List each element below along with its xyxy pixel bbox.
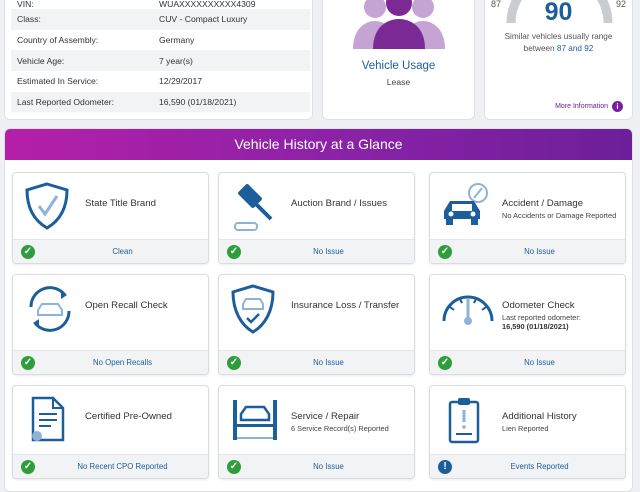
tile-status-bar: ✓ No Issue: [430, 239, 625, 263]
info-row-in-service: Estimated In Service: 12/29/2017: [11, 71, 310, 92]
info-label: VIN:: [17, 0, 34, 9]
info-label: Country of Assembly:: [17, 35, 99, 46]
tile-status[interactable]: No Issue: [454, 247, 625, 256]
info-row-odometer: Last Reported Odometer: 16,590 (01/18/20…: [11, 91, 310, 113]
info-row-country: Country of Assembly: Germany: [11, 30, 310, 51]
score-range-values: between 87 and 92: [485, 44, 632, 53]
info-row-vin: VIN: WUAXXXXXXXXXX4309: [11, 0, 310, 9]
tile-title: Accident / Damage: [502, 198, 584, 209]
tile-service-repair[interactable]: Service / Repair 6 Service Record(s) Rep…: [218, 385, 415, 479]
info-value: 16,590 (01/18/2021): [159, 97, 237, 108]
info-value: CUV - Compact Luxury: [159, 14, 248, 25]
tile-odometer-check[interactable]: Odometer Check Last reported odometer: 1…: [429, 274, 626, 375]
check-circle-icon: ✓: [438, 245, 452, 259]
tile-status[interactable]: No Issue: [243, 358, 414, 367]
tile-status[interactable]: No Issue: [243, 462, 414, 471]
check-circle-icon: ✓: [227, 460, 241, 474]
score-card: 87 92 90 Similar vehicles usually range …: [484, 0, 633, 120]
tile-title: Auction Brand / Issues: [291, 198, 387, 209]
usage-title: Vehicle Usage: [361, 60, 436, 72]
info-value: WUAXXXXXXXXXX4309: [159, 0, 256, 9]
car-lift-icon: [233, 400, 277, 440]
check-circle-icon: ✓: [21, 356, 35, 370]
score-range-text: Similar vehicles usually range: [504, 32, 613, 41]
gavel-icon: [234, 184, 273, 231]
car-damage-icon: [444, 183, 488, 225]
info-label: Vehicle Age:: [17, 55, 65, 66]
info-icon[interactable]: i: [612, 101, 623, 112]
info-label: Last Reported Odometer:: [17, 97, 114, 108]
check-circle-icon: ✓: [21, 460, 35, 474]
info-value: Germany: [159, 35, 195, 46]
check-circle-icon: ✓: [227, 356, 241, 370]
vehicle-usage-card: Vehicle Usage Lease: [322, 0, 475, 120]
history-panel: Vehicle History at a Glance State Title …: [4, 128, 633, 492]
tile-status[interactable]: Events Reported: [454, 462, 625, 471]
tile-status-bar: ✓ Clean: [13, 239, 208, 263]
tile-odometer-value: 16,590 (01/18/2021): [502, 322, 569, 331]
history-title: Vehicle History at a Glance: [5, 129, 632, 160]
tile-status-bar: ✓ No Open Recalls: [13, 350, 208, 374]
tile-additional-history[interactable]: Additional History Lien Reported ! Event…: [429, 385, 626, 479]
tile-subtitle: No Accidents or Damage Reported: [502, 211, 617, 220]
check-circle-icon: ✓: [438, 356, 452, 370]
people-group-icon: [353, 0, 445, 49]
tile-status-bar: ✓ No Issue: [219, 454, 414, 478]
tile-title: Certified Pre-Owned: [85, 411, 172, 422]
info-row-age: Vehicle Age: 7 year(s): [11, 50, 310, 72]
tile-accident-damage[interactable]: Accident / Damage No Accidents or Damage…: [429, 172, 626, 264]
alert-circle-icon: !: [438, 460, 452, 474]
more-information-link[interactable]: More Information: [555, 103, 608, 110]
vehicle-info-table: VIN: WUAXXXXXXXXXX4309 Class: CUV - Comp…: [11, 0, 310, 113]
tile-title: Insurance Loss / Transfer: [291, 300, 400, 311]
certificate-icon: [31, 396, 65, 442]
car-recall-icon: [29, 286, 71, 332]
tile-insurance-loss[interactable]: Insurance Loss / Transfer ✓ No Issue: [218, 274, 415, 375]
tile-subtitle: Lien Reported: [502, 424, 549, 433]
tile-title: State Title Brand: [85, 198, 156, 209]
tile-title: Additional History: [502, 411, 577, 422]
score-range-value: 87 and 92: [556, 44, 594, 53]
tile-title: Service / Repair: [291, 411, 360, 422]
tile-status[interactable]: No Open Recalls: [37, 358, 208, 367]
check-circle-icon: ✓: [21, 245, 35, 259]
tile-subtitle: 6 Service Record(s) Reported: [291, 424, 389, 433]
score-value: 90: [544, 0, 573, 26]
info-value: 12/29/2017: [159, 76, 203, 87]
tile-status[interactable]: No Issue: [243, 247, 414, 256]
score-range-prefix: between: [523, 44, 555, 53]
vehicle-info-card: VIN: WUAXXXXXXXXXX4309 Class: CUV - Comp…: [4, 0, 313, 120]
info-label: Class:: [17, 14, 41, 25]
tile-auction-brand[interactable]: Auction Brand / Issues ✓ No Issue: [218, 172, 415, 264]
info-value: 7 year(s): [159, 55, 193, 66]
tile-certified-pre-owned[interactable]: Certified Pre-Owned ✓ No Recent CPO Repo…: [12, 385, 209, 479]
shield-car-icon: [231, 284, 275, 334]
info-row-class: Class: CUV - Compact Luxury: [11, 9, 310, 30]
tile-status-bar: ! Events Reported: [430, 454, 625, 478]
tile-status[interactable]: No Issue: [454, 358, 625, 367]
odometer-icon: [442, 295, 494, 325]
tile-state-title-brand[interactable]: State Title Brand ✓ Clean: [12, 172, 209, 264]
clipboard-alert-icon: [448, 398, 480, 444]
tile-title: Open Recall Check: [85, 300, 168, 311]
tile-title: Odometer Check: [502, 300, 575, 311]
tile-status-bar: ✓ No Issue: [430, 350, 625, 374]
tile-status[interactable]: Clean: [37, 247, 208, 256]
tile-status[interactable]: No Recent CPO Reported: [37, 462, 208, 471]
tile-subtitle: Last reported odometer:: [502, 313, 581, 322]
info-label: Estimated In Service:: [17, 76, 99, 87]
usage-value: Lease: [386, 77, 411, 87]
check-circle-icon: ✓: [227, 245, 241, 259]
shield-check-icon: [25, 182, 69, 230]
tile-status-bar: ✓ No Recent CPO Reported: [13, 454, 208, 478]
tile-status-bar: ✓ No Issue: [219, 239, 414, 263]
tile-open-recall[interactable]: Open Recall Check ✓ No Open Recalls: [12, 274, 209, 375]
tile-status-bar: ✓ No Issue: [219, 350, 414, 374]
